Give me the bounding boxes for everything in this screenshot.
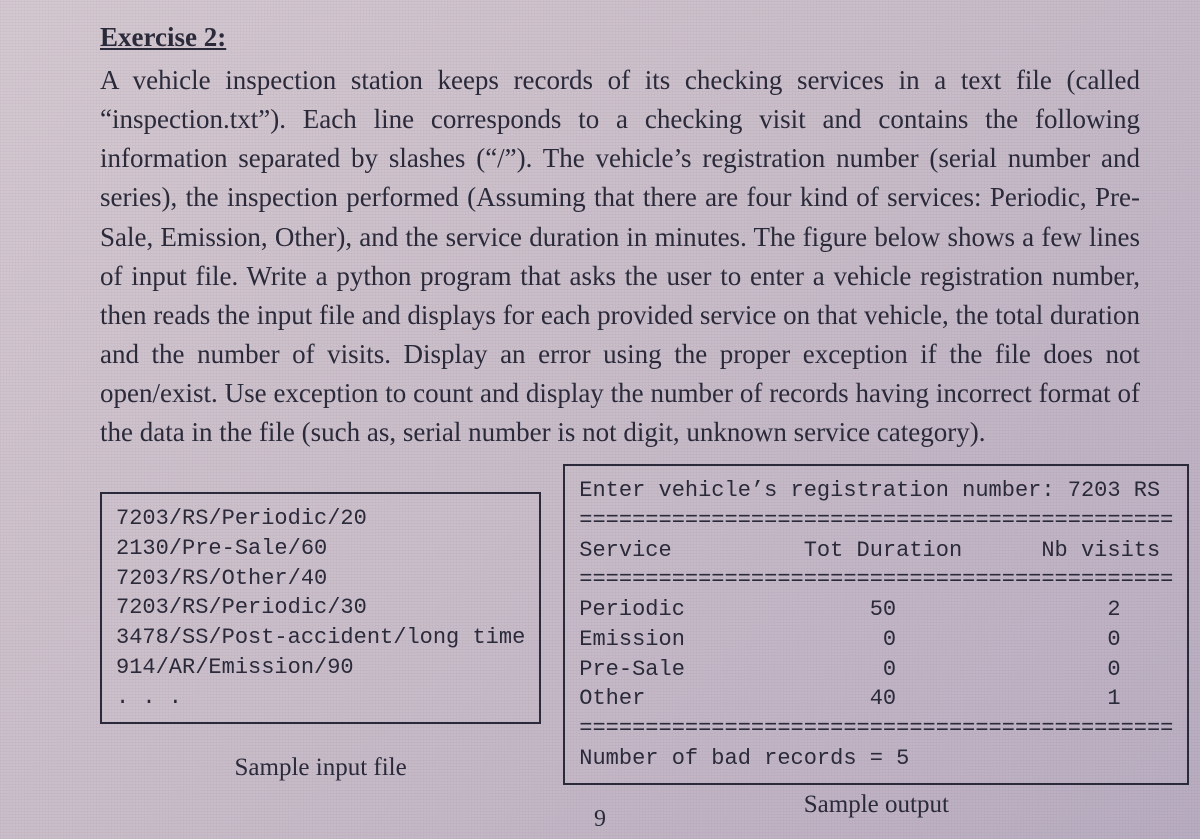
problem-statement: A vehicle inspection station keeps recor… [100, 61, 1140, 452]
figures-row: 7203/RS/Periodic/20 2130/Pre-Sale/60 720… [100, 464, 1140, 819]
sample-input-box: 7203/RS/Periodic/20 2130/Pre-Sale/60 720… [100, 492, 541, 724]
page-number: 9 [594, 806, 606, 833]
sample-input-caption: Sample input file [100, 754, 541, 782]
exercise-heading: Exercise 2: [100, 0, 1140, 53]
sample-output-box: Enter vehicle’s registration number: 720… [563, 464, 1189, 785]
sample-output-caption: Sample output [563, 791, 1189, 819]
